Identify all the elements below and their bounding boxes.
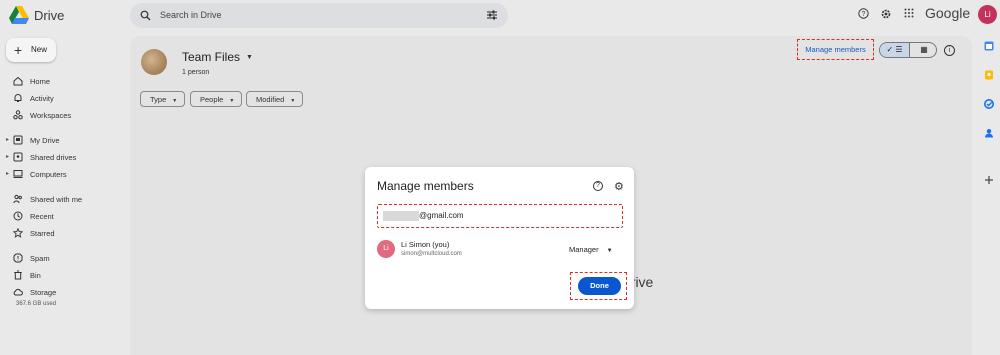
member-role-dropdown[interactable]: Manager ▼ — [569, 245, 613, 254]
chevron-down-icon: ▼ — [290, 98, 296, 104]
filter-type-label: Type — [150, 95, 167, 104]
people-icon — [13, 194, 22, 204]
search-input[interactable]: Search in Drive — [160, 10, 222, 20]
sidebar-item-recent[interactable]: Recent — [0, 210, 125, 224]
add-app-icon[interactable] — [984, 175, 994, 185]
help-icon[interactable]: ? — [858, 8, 869, 19]
chevron-down-icon: ▼ — [172, 98, 178, 104]
sidebar-item-bin[interactable]: Bin — [0, 269, 125, 283]
sidebar-item-label: Workspaces — [30, 111, 72, 120]
keep-app-icon[interactable] — [984, 70, 994, 80]
sidebar-item-my-drive[interactable]: ▸ My Drive — [0, 134, 125, 148]
google-wordmark[interactable]: Google — [925, 5, 970, 21]
plus-icon: + — [14, 42, 23, 58]
apps-grid-icon[interactable] — [904, 8, 914, 18]
sidebar-item-storage[interactable]: Storage — [0, 286, 125, 300]
tasks-app-icon[interactable] — [984, 99, 994, 109]
add-member-email-field[interactable]: @gmail.com — [377, 204, 623, 228]
chevron-down-icon: ▼ — [229, 98, 235, 104]
home-icon — [13, 76, 23, 86]
sidebar-item-activity[interactable]: Activity — [0, 92, 125, 106]
search-options-icon[interactable] — [486, 9, 498, 21]
contacts-app-icon[interactable] — [984, 128, 994, 138]
cloud-icon — [13, 288, 23, 296]
bin-icon — [14, 270, 22, 280]
sidebar-item-label: Activity — [30, 94, 54, 103]
sidebar-item-label: Shared with me — [30, 195, 83, 204]
sidebar-item-label: Storage — [30, 288, 57, 297]
computer-icon — [13, 170, 23, 178]
drive-logo-icon[interactable] — [9, 6, 29, 24]
list-icon: ☰ — [895, 45, 903, 54]
storage-used-text: 367.6 GB used — [16, 301, 57, 307]
sidebar-item-label: Computers — [30, 170, 67, 179]
manage-members-dialog: Manage members ? ⚙ @gmail.com Li Li Simo… — [365, 167, 634, 309]
member-email: simon@multcloud.com — [401, 251, 462, 257]
clock-icon — [13, 211, 23, 221]
page-title[interactable]: Team Files — [182, 50, 240, 64]
list-view-button[interactable]: ✓ ☰ — [880, 43, 909, 57]
help-icon[interactable]: ? — [593, 181, 603, 191]
sidebar-item-label: Shared drives — [30, 153, 77, 162]
top-bar: Drive Search in Drive ? Google Li — [0, 0, 1000, 33]
sidebar-item-label: Spam — [30, 254, 50, 263]
member-name: Li Simon (you) — [401, 240, 450, 249]
dialog-title: Manage members — [377, 179, 474, 193]
filter-people[interactable]: People ▼ — [190, 91, 243, 107]
sidebar-item-home[interactable]: Home — [0, 75, 125, 89]
new-button[interactable]: + New — [6, 38, 56, 62]
view-toggle[interactable]: ✓ ☰ ▦ — [879, 42, 937, 58]
grid-icon: ▦ — [920, 45, 928, 54]
app-name[interactable]: Drive — [34, 8, 64, 23]
grid-view-button[interactable]: ▦ — [909, 43, 936, 57]
expand-caret-icon[interactable]: ▸ — [6, 136, 9, 143]
filter-type[interactable]: Type ▼ — [140, 91, 186, 107]
search-bar[interactable]: Search in Drive — [130, 3, 508, 28]
svg-text:?: ? — [862, 11, 866, 18]
account-avatar[interactable]: Li — [978, 5, 997, 24]
dropdown-arrow-icon: ▼ — [606, 248, 613, 254]
sidebar-item-label: Recent — [30, 212, 54, 221]
manage-members-link[interactable]: Manage members — [797, 39, 874, 60]
expand-caret-icon[interactable]: ▸ — [6, 170, 9, 177]
new-button-label: New — [31, 45, 48, 54]
sidebar-item-shared-with-me[interactable]: Shared with me — [0, 193, 125, 207]
shared-drive-thumbnail — [141, 49, 167, 75]
sidebar-item-workspaces[interactable]: Workspaces — [0, 109, 125, 123]
sidebar-item-starred[interactable]: Starred — [0, 227, 125, 241]
sidebar-item-label: My Drive — [30, 136, 60, 145]
bell-icon — [14, 94, 22, 102]
sidebar-item-label: Starred — [30, 229, 55, 238]
settings-gear-icon[interactable]: ⚙ — [614, 180, 624, 193]
my-drive-icon — [13, 135, 23, 145]
email-field-value: @gmail.com — [419, 211, 464, 220]
member-avatar: Li — [377, 240, 395, 258]
check-icon: ✓ — [886, 45, 894, 54]
search-icon[interactable] — [140, 10, 151, 21]
star-icon — [13, 228, 23, 238]
sidebar-item-label: Bin — [30, 271, 41, 280]
spam-icon — [13, 253, 23, 263]
sidebar-item-shared-drives[interactable]: ▸ Shared drives — [0, 151, 125, 165]
filter-modified[interactable]: Modified ▼ — [246, 91, 304, 107]
redacted-text-block — [383, 211, 419, 221]
chevron-down-icon[interactable]: ▼ — [246, 54, 253, 61]
sidebar-item-label: Home — [30, 77, 51, 86]
settings-gear-icon[interactable] — [880, 8, 892, 20]
sidebar-item-spam[interactable]: Spam — [0, 252, 125, 266]
filter-people-label: People — [200, 95, 224, 104]
info-icon[interactable]: i — [944, 45, 955, 56]
shared-drives-icon — [13, 152, 23, 162]
done-button[interactable]: Done — [578, 277, 621, 295]
filter-modified-label: Modified — [256, 95, 285, 104]
member-role-label: Manager — [569, 245, 599, 254]
sidebar-item-computers[interactable]: ▸ Computers — [0, 168, 125, 182]
member-count: 1 person — [182, 69, 210, 76]
workspaces-icon — [13, 110, 23, 120]
expand-caret-icon[interactable]: ▸ — [6, 153, 9, 160]
calendar-app-icon[interactable] — [984, 41, 994, 51]
